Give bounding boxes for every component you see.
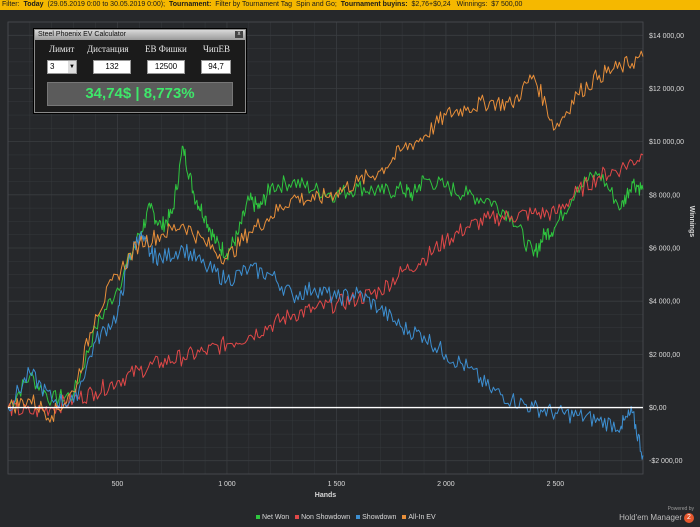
series-line-non-showdown: [7, 153, 644, 418]
calculator-titlebar[interactable]: Steel Phoenix EV Calculator x: [35, 30, 245, 40]
series-line-net-won: [7, 145, 644, 408]
y-axis-label: Winnings: [688, 206, 695, 238]
legend-swatch: [295, 515, 300, 520]
legend-item[interactable]: Non Showdown: [295, 514, 350, 521]
legend-swatch: [356, 515, 361, 520]
legend-item[interactable]: Showdown: [356, 514, 396, 521]
y-tick-label: $8 000,00: [649, 192, 680, 199]
chip-ev-header: ЧипЕВ: [203, 44, 230, 54]
ev-calculator-panel[interactable]: Steel Phoenix EV Calculator x Лимит Дист…: [34, 29, 246, 113]
limit-select[interactable]: 3 ▼: [47, 60, 77, 74]
filter-tournament[interactable]: Tournament: Filter by Tournament Tag: [167, 1, 292, 8]
filter-spin[interactable]: Spin and Go;: [294, 1, 337, 8]
ev-chips-header: ЕВ Фишки: [145, 44, 187, 54]
filter-today[interactable]: Today (29.05.2019 0:00 to 30.05.2019 0:0…: [21, 1, 165, 8]
y-tick-label: $4 000,00: [649, 299, 680, 306]
y-tick-label: $12 000,00: [649, 86, 684, 93]
y-tick-label: -$2 000,00: [649, 458, 683, 465]
legend-swatch: [256, 515, 260, 520]
x-axis-label: Hands: [315, 492, 337, 499]
brand-name: Hold'em Manager: [619, 513, 682, 522]
x-tick-label: 500: [112, 481, 124, 488]
chevron-down-icon[interactable]: ▼: [68, 61, 76, 73]
y-tick-label: $10 000,00: [649, 139, 684, 146]
x-tick-label: 1 500: [328, 481, 346, 488]
series-line-showdown: [7, 231, 644, 460]
limit-header: Лимит: [49, 44, 75, 54]
legend-item[interactable]: All-In EV: [402, 514, 436, 521]
x-tick-label: 2 000: [437, 481, 455, 488]
legend-item[interactable]: Net Won: [256, 514, 289, 521]
brand-logo: Powered by Hold'em Manager 2: [619, 506, 694, 524]
legend-label: Showdown: [362, 514, 397, 521]
x-tick-label: 1 000: [218, 481, 236, 488]
calculator-title: Steel Phoenix EV Calculator: [38, 31, 126, 38]
y-tick-label: $2 000,00: [649, 352, 680, 359]
y-tick-label: $6 000,00: [649, 246, 680, 253]
legend-label: Net Won: [262, 514, 290, 521]
chart-legend: Net Won Non Showdown Showdown All-In EV: [256, 514, 442, 521]
y-tick-label: $0,00: [649, 405, 667, 412]
filter-bar: Filter: Today (29.05.2019 0:00 to 30.05.…: [0, 0, 700, 10]
legend-swatch: [402, 515, 407, 520]
legend-label: Non Showdown: [301, 514, 351, 521]
close-icon[interactable]: x: [235, 31, 243, 38]
distance-header: Дистанция: [87, 44, 129, 54]
legend-label: All-In EV: [408, 514, 436, 521]
filter-prefix: Filter:: [2, 1, 20, 8]
x-tick-labels: 500 1 000 1 500 2 000 2 500: [112, 481, 565, 488]
ev-chips-field[interactable]: 12500: [147, 60, 185, 74]
y-tick-label: $14 000,00: [649, 33, 684, 40]
chip-ev-field[interactable]: 94,7: [201, 60, 231, 74]
version-badge: 2: [684, 512, 694, 523]
x-tick-label: 2 500: [547, 481, 565, 488]
calculator-result: 34,74$ | 8,773%: [47, 82, 233, 106]
filter-winnings[interactable]: Winnings: $7 500,00: [453, 1, 523, 8]
distance-field[interactable]: 132: [93, 60, 131, 74]
y-tick-labels: -$2 000,00 $0,00 $2 000,00 $4 000,00 $6 000,…: [649, 33, 684, 465]
filter-buyins[interactable]: Tournament buyins: $2,76+$0,24: [339, 1, 451, 8]
